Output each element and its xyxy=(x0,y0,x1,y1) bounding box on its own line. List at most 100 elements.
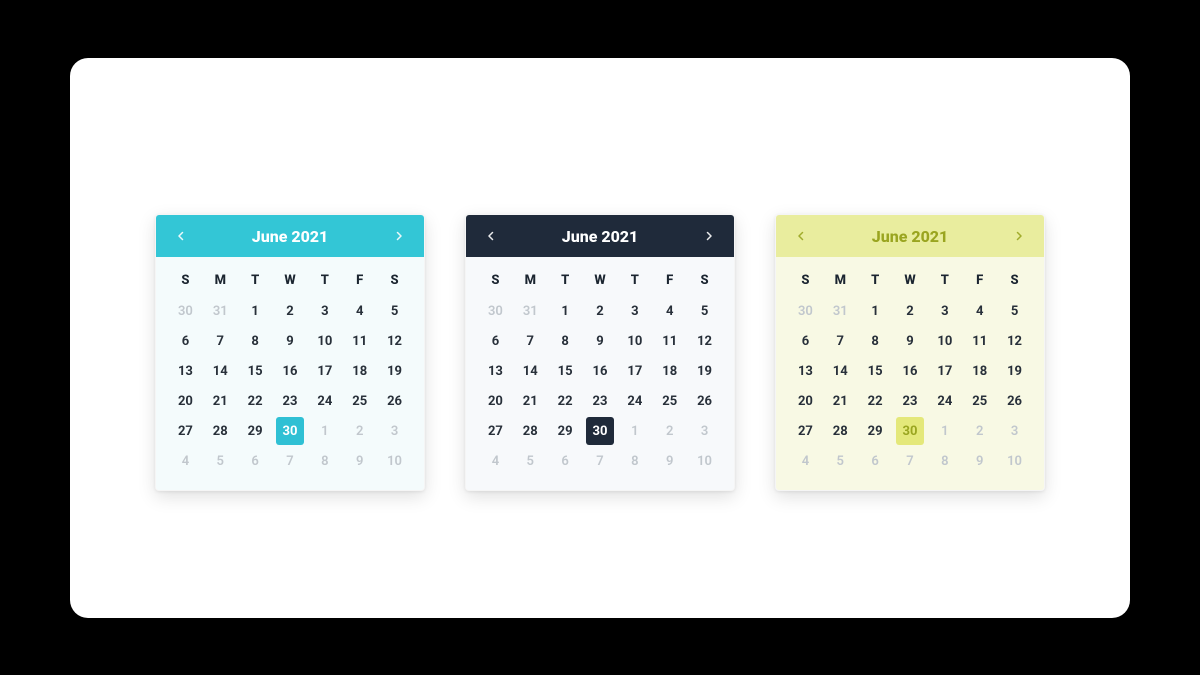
day-cell[interactable]: 9 xyxy=(276,327,304,355)
day-cell[interactable]: 28 xyxy=(826,417,854,445)
day-cell[interactable]: 3 xyxy=(311,297,339,325)
day-cell[interactable]: 15 xyxy=(551,357,579,385)
day-cell[interactable]: 14 xyxy=(826,357,854,385)
day-cell[interactable]: 20 xyxy=(791,387,819,415)
day-cell[interactable]: 22 xyxy=(861,387,889,415)
day-cell[interactable]: 13 xyxy=(791,357,819,385)
day-cell-selected[interactable]: 30 xyxy=(586,417,614,445)
day-cell[interactable]: 20 xyxy=(481,387,509,415)
day-cell[interactable]: 28 xyxy=(516,417,544,445)
day-cell[interactable]: 17 xyxy=(931,357,959,385)
day-cell[interactable]: 25 xyxy=(966,387,994,415)
next-month-button[interactable] xyxy=(388,225,410,247)
day-cell[interactable]: 6 xyxy=(481,327,509,355)
day-cell[interactable]: 20 xyxy=(171,387,199,415)
day-cell[interactable]: 1 xyxy=(241,297,269,325)
day-cell[interactable]: 5 xyxy=(381,297,409,325)
day-cell-selected[interactable]: 30 xyxy=(276,417,304,445)
day-cell[interactable]: 22 xyxy=(551,387,579,415)
day-cell[interactable]: 4 xyxy=(346,297,374,325)
day-cell[interactable]: 17 xyxy=(311,357,339,385)
day-cell[interactable]: 4 xyxy=(656,297,684,325)
day-cell[interactable]: 3 xyxy=(931,297,959,325)
day-cell[interactable]: 16 xyxy=(586,357,614,385)
day-cell[interactable]: 19 xyxy=(1001,357,1029,385)
day-cell[interactable]: 23 xyxy=(896,387,924,415)
day-cell[interactable]: 16 xyxy=(276,357,304,385)
day-cell[interactable]: 13 xyxy=(481,357,509,385)
day-cell[interactable]: 12 xyxy=(691,327,719,355)
day-cell[interactable]: 18 xyxy=(346,357,374,385)
day-cell[interactable]: 2 xyxy=(896,297,924,325)
prev-month-button[interactable] xyxy=(170,225,192,247)
next-month-button[interactable] xyxy=(1008,225,1030,247)
day-cell[interactable]: 25 xyxy=(346,387,374,415)
day-cell[interactable]: 10 xyxy=(931,327,959,355)
day-cell[interactable]: 24 xyxy=(311,387,339,415)
day-cell[interactable]: 21 xyxy=(826,387,854,415)
day-cell[interactable]: 11 xyxy=(656,327,684,355)
day-cell[interactable]: 28 xyxy=(206,417,234,445)
day-cell[interactable]: 12 xyxy=(1001,327,1029,355)
day-cell[interactable]: 16 xyxy=(896,357,924,385)
day-cell[interactable]: 13 xyxy=(171,357,199,385)
day-cell[interactable]: 1 xyxy=(861,297,889,325)
day-cell[interactable]: 26 xyxy=(381,387,409,415)
day-cell[interactable]: 17 xyxy=(621,357,649,385)
day-cell[interactable]: 11 xyxy=(966,327,994,355)
prev-month-button[interactable] xyxy=(790,225,812,247)
day-cell-other-month: 7 xyxy=(896,447,924,475)
day-cell[interactable]: 5 xyxy=(1001,297,1029,325)
day-cell[interactable]: 19 xyxy=(381,357,409,385)
day-cell[interactable]: 21 xyxy=(516,387,544,415)
day-cell[interactable]: 4 xyxy=(966,297,994,325)
day-cell[interactable]: 15 xyxy=(861,357,889,385)
day-cell[interactable]: 29 xyxy=(551,417,579,445)
day-cell[interactable]: 18 xyxy=(656,357,684,385)
day-cell[interactable]: 12 xyxy=(381,327,409,355)
day-cell[interactable]: 18 xyxy=(966,357,994,385)
day-cell[interactable]: 27 xyxy=(791,417,819,445)
day-cell[interactable]: 10 xyxy=(311,327,339,355)
day-cell[interactable]: 9 xyxy=(586,327,614,355)
day-cell[interactable]: 5 xyxy=(691,297,719,325)
day-cell[interactable]: 1 xyxy=(551,297,579,325)
day-cell[interactable]: 24 xyxy=(931,387,959,415)
day-cell[interactable]: 9 xyxy=(896,327,924,355)
day-cell[interactable]: 6 xyxy=(171,327,199,355)
day-cell[interactable]: 14 xyxy=(206,357,234,385)
day-cell[interactable]: 21 xyxy=(206,387,234,415)
day-cell[interactable]: 15 xyxy=(241,357,269,385)
day-cell[interactable]: 10 xyxy=(621,327,649,355)
day-cell[interactable]: 7 xyxy=(516,327,544,355)
day-cell[interactable]: 23 xyxy=(276,387,304,415)
day-cell[interactable]: 26 xyxy=(1001,387,1029,415)
day-cell[interactable]: 8 xyxy=(861,327,889,355)
day-cell[interactable]: 7 xyxy=(206,327,234,355)
day-cell[interactable]: 27 xyxy=(171,417,199,445)
day-cell[interactable]: 2 xyxy=(276,297,304,325)
day-cell[interactable]: 27 xyxy=(481,417,509,445)
day-cell[interactable]: 29 xyxy=(861,417,889,445)
calendar-header: June 2021 xyxy=(466,215,734,257)
day-cell[interactable]: 23 xyxy=(586,387,614,415)
day-cell[interactable]: 24 xyxy=(621,387,649,415)
day-cell-other-month: 7 xyxy=(586,447,614,475)
day-cell[interactable]: 2 xyxy=(586,297,614,325)
day-cell[interactable]: 19 xyxy=(691,357,719,385)
day-cell[interactable]: 26 xyxy=(691,387,719,415)
day-cell[interactable]: 14 xyxy=(516,357,544,385)
day-cell[interactable]: 25 xyxy=(656,387,684,415)
day-cell[interactable]: 29 xyxy=(241,417,269,445)
day-cell[interactable]: 11 xyxy=(346,327,374,355)
day-cell-selected[interactable]: 30 xyxy=(896,417,924,445)
day-cell[interactable]: 6 xyxy=(791,327,819,355)
next-month-button[interactable] xyxy=(698,225,720,247)
day-cell[interactable]: 8 xyxy=(241,327,269,355)
day-cell[interactable]: 3 xyxy=(621,297,649,325)
prev-month-button[interactable] xyxy=(480,225,502,247)
day-cell[interactable]: 8 xyxy=(551,327,579,355)
day-cell[interactable]: 7 xyxy=(826,327,854,355)
day-cell[interactable]: 22 xyxy=(241,387,269,415)
day-cell-other-month: 30 xyxy=(481,297,509,325)
